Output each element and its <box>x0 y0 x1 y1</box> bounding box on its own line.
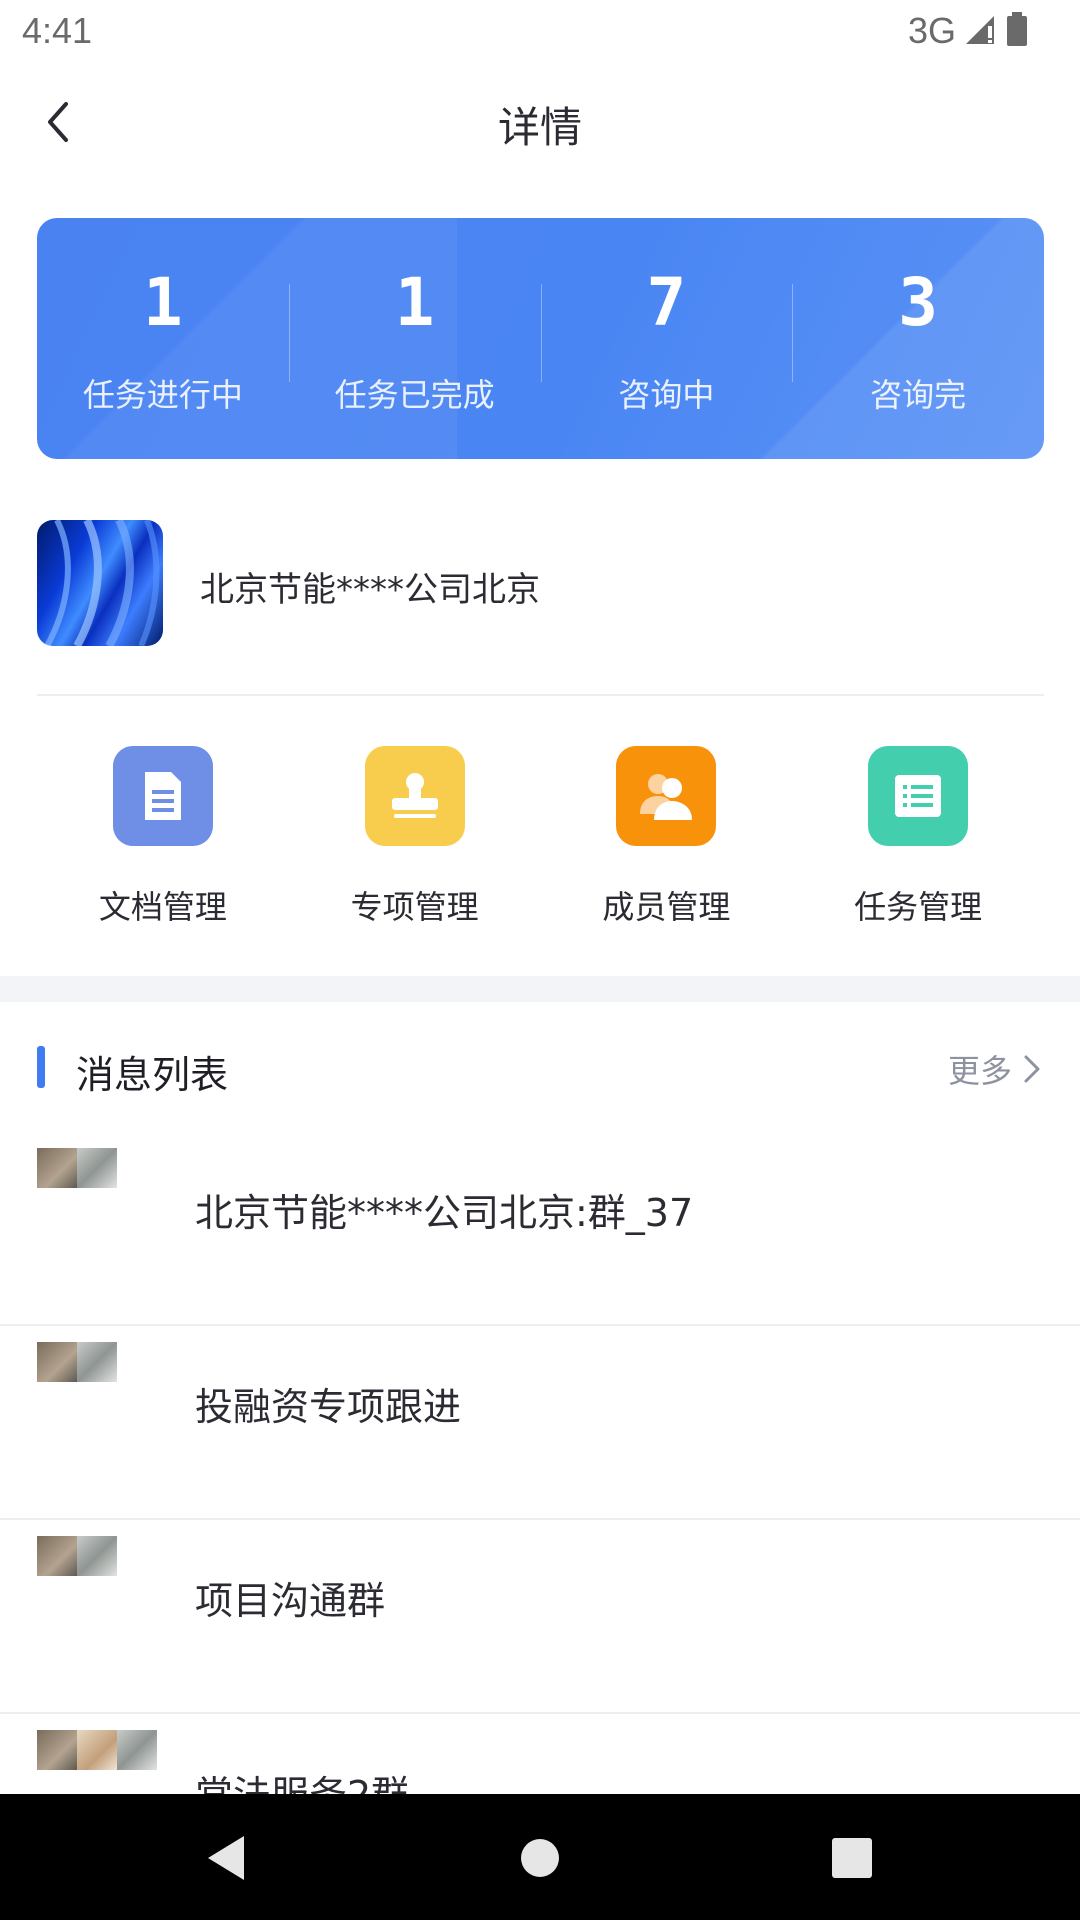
stat-value: 7 <box>646 264 687 341</box>
square-recents-icon <box>832 1838 872 1878</box>
stamp-icon <box>364 746 465 846</box>
action-label: 专项管理 <box>350 888 479 926</box>
signal-icon <box>964 12 998 50</box>
message-name: 投融资专项跟进 <box>195 1385 462 1429</box>
chevron-right-icon <box>1024 1055 1040 1083</box>
battery-icon <box>1006 12 1028 50</box>
stat-tasks-in-progress[interactable]: 1 任务进行中 <box>37 218 289 459</box>
members-icon <box>616 746 717 846</box>
system-navigation-bar <box>0 1794 1080 1920</box>
document-icon <box>112 746 213 846</box>
group-avatar <box>37 1342 117 1382</box>
stat-consult-done[interactable]: 3 咨询完 <box>792 218 1044 459</box>
company-avatar <box>37 520 163 646</box>
company-row[interactable]: 北京节能****公司北京 <box>37 520 1044 696</box>
quick-actions: 文档管理 专项管理 成员管理 任务管理 <box>37 746 1044 946</box>
nav-bar: 详情 <box>0 64 1080 180</box>
stat-consulting[interactable]: 7 咨询中 <box>540 218 793 459</box>
group-avatar <box>37 1536 117 1576</box>
stats-card: 1 任务进行中 1 任务已完成 7 咨询中 3 咨询完 <box>37 218 1044 459</box>
section-accent-bar <box>37 1046 45 1088</box>
network-type: 3G <box>907 10 956 51</box>
group-avatar <box>37 1730 157 1770</box>
action-member-management[interactable]: 成员管理 <box>541 746 793 946</box>
task-list-icon <box>868 746 969 846</box>
circle-home-icon <box>521 1839 559 1877</box>
company-name: 北京节能****公司北京 <box>200 570 540 610</box>
more-link[interactable]: 更多 <box>948 1046 1044 1092</box>
message-item[interactable]: 投融资专项跟进 <box>0 1326 1080 1520</box>
message-item[interactable]: 北京节能****公司北京:群_37 <box>0 1132 1080 1326</box>
stat-label: 任务已完成 <box>334 376 495 414</box>
stat-value: 3 <box>898 264 938 341</box>
stat-label: 咨询完 <box>870 376 967 414</box>
message-name: 项目沟通群 <box>195 1579 386 1623</box>
message-list-header: 消息列表 更多 <box>0 1002 1080 1132</box>
stat-value: 1 <box>143 264 183 341</box>
status-indicators: 3G <box>908 10 1028 52</box>
action-special-management[interactable]: 专项管理 <box>289 746 541 946</box>
stat-value: 1 <box>394 264 435 341</box>
section-divider <box>0 976 1080 1002</box>
nav-home-button[interactable] <box>520 1834 560 1886</box>
action-task-management[interactable]: 任务管理 <box>792 746 1044 946</box>
more-label: 更多 <box>947 1052 1012 1090</box>
stat-label: 咨询中 <box>618 376 715 414</box>
nav-back-button[interactable] <box>204 1834 248 1886</box>
page-title: 详情 <box>497 103 582 152</box>
status-bar: 4:41 3G <box>0 0 1080 64</box>
stat-tasks-completed[interactable]: 1 任务已完成 <box>288 218 541 459</box>
stat-label: 任务进行中 <box>82 376 243 414</box>
message-list-title: 消息列表 <box>76 1053 229 1097</box>
action-label: 任务管理 <box>854 888 983 926</box>
action-label: 文档管理 <box>98 888 227 926</box>
action-label: 成员管理 <box>602 888 731 926</box>
action-document-management[interactable]: 文档管理 <box>37 746 289 946</box>
message-item[interactable]: 项目沟通群 <box>0 1520 1080 1714</box>
nav-recents-button[interactable] <box>830 1834 874 1886</box>
group-avatar <box>37 1148 117 1188</box>
status-time: 4:41 <box>22 10 93 51</box>
message-name: 北京节能****公司北京:群_37 <box>195 1191 694 1235</box>
triangle-back-icon <box>208 1836 244 1880</box>
